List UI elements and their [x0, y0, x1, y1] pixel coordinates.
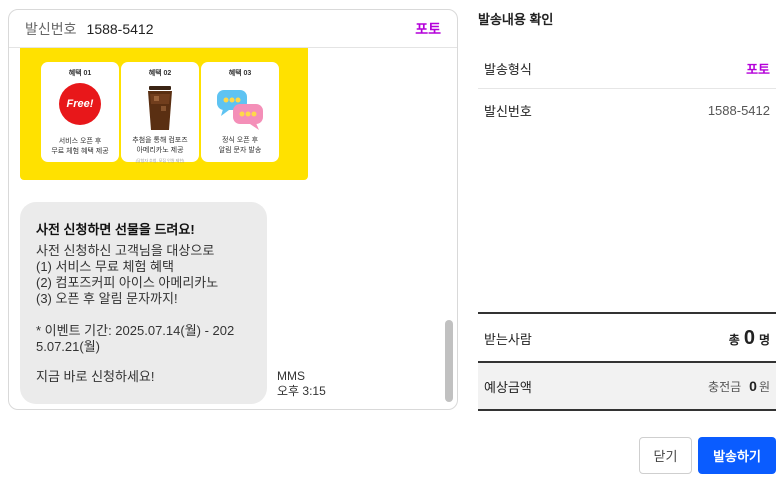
- preview-body[interactable]: 혜택 01 Free! 서비스 오픈 후 무료 체험 혜택 제공 혜택 02 추…: [9, 48, 457, 409]
- event-period-cont: 5.07.21(월): [36, 339, 100, 354]
- free-badge-icon: Free!: [54, 83, 106, 135]
- cost-value: 충전금 0 원: [708, 377, 770, 394]
- promo-card-tag: 혜택 03: [228, 70, 252, 77]
- message-preview-panel: 발신번호 1588-5412 포토 혜택 01 Free! 서비스 오픈 후 무…: [8, 9, 458, 410]
- promo-card-tag: 혜택 02: [148, 70, 172, 77]
- promo-card-caption: 서비스 오픈 후 무료 체험 혜택 제공: [51, 138, 109, 155]
- preview-header: 발신번호 1588-5412 포토: [9, 10, 457, 48]
- promo-card-caption: 정식 오픈 후 알림 문자 발송: [218, 137, 262, 154]
- message-cta: 지금 바로 신청하세요!: [36, 369, 155, 384]
- sender-label: 발신번호: [25, 20, 77, 37]
- message-line: (1) 서비스 무료 체험 혜택: [36, 259, 174, 274]
- promo-card-3: 혜택 03 정식 오픈 후 알림 문자 발송: [201, 62, 279, 162]
- send-button[interactable]: 발송하기: [698, 437, 776, 474]
- iced-coffee-icon: [134, 82, 186, 134]
- message-line: (3) 오픈 후 알림 문자까지!: [36, 291, 178, 306]
- sender-row-label: 발신번호: [484, 103, 532, 119]
- recipients-label: 받는사람: [484, 331, 532, 347]
- message-kind: MMS: [277, 369, 305, 383]
- preview-scrollbar[interactable]: [445, 52, 453, 404]
- promo-card-1: 혜택 01 Free! 서비스 오픈 후 무료 체험 혜택 제공: [41, 62, 119, 162]
- sender-number: 1588-5412: [86, 20, 154, 37]
- sender-row-value: 1588-5412: [707, 102, 770, 118]
- promo-card-2: 혜택 02 추첨을 통해 컴포즈 아메리카노 제공 (당첨자 추첨, 모집 인원…: [121, 62, 199, 163]
- message-meta: MMS 오후 3:15: [277, 369, 326, 399]
- send-type-row: 발송형식 포토: [478, 49, 776, 89]
- recipients-count: 총0명: [728, 326, 770, 349]
- recipients-row: 받는사람 총0명: [478, 312, 776, 362]
- chat-bubbles-icon: [214, 82, 266, 134]
- promo-card-tag: 혜택 01: [68, 70, 92, 77]
- message-line: (2) 컴포즈커피 아이스 아메리카노: [36, 275, 219, 290]
- message-line: 사전 신청하신 고객님을 대상으로: [36, 243, 215, 258]
- cost-row: 예상금액 충전금 0 원: [478, 361, 776, 411]
- close-button[interactable]: 닫기: [639, 437, 692, 474]
- cost-label: 예상금액: [484, 379, 532, 395]
- message-bubble: 사전 신청하면 선물을 드려요! 사전 신청하신 고객님을 대상으로 (1) 서…: [20, 202, 267, 404]
- promo-card-caption: 추첨을 통해 컴포즈 아메리카노 제공 (당첨자 추첨, 모집 인원 제한): [132, 137, 188, 163]
- promo-image: 혜택 01 Free! 서비스 오픈 후 무료 체험 혜택 제공 혜택 02 추…: [20, 48, 308, 180]
- message-title: 사전 신청하면 선물을 드려요!: [36, 222, 195, 237]
- send-type-label: 발송형식: [484, 62, 532, 77]
- scrollbar-thumb[interactable]: [445, 320, 453, 402]
- sender-row: 발신번호 1588-5412: [478, 90, 776, 130]
- message-time: 오후 3:15: [277, 384, 326, 398]
- send-type-value: 포토: [746, 62, 770, 77]
- message-type-badge: 포토: [415, 20, 441, 37]
- event-period: * 이벤트 기간: 2025.07.14(월) - 202: [36, 323, 235, 338]
- confirm-title: 발송내용 확인: [478, 12, 554, 27]
